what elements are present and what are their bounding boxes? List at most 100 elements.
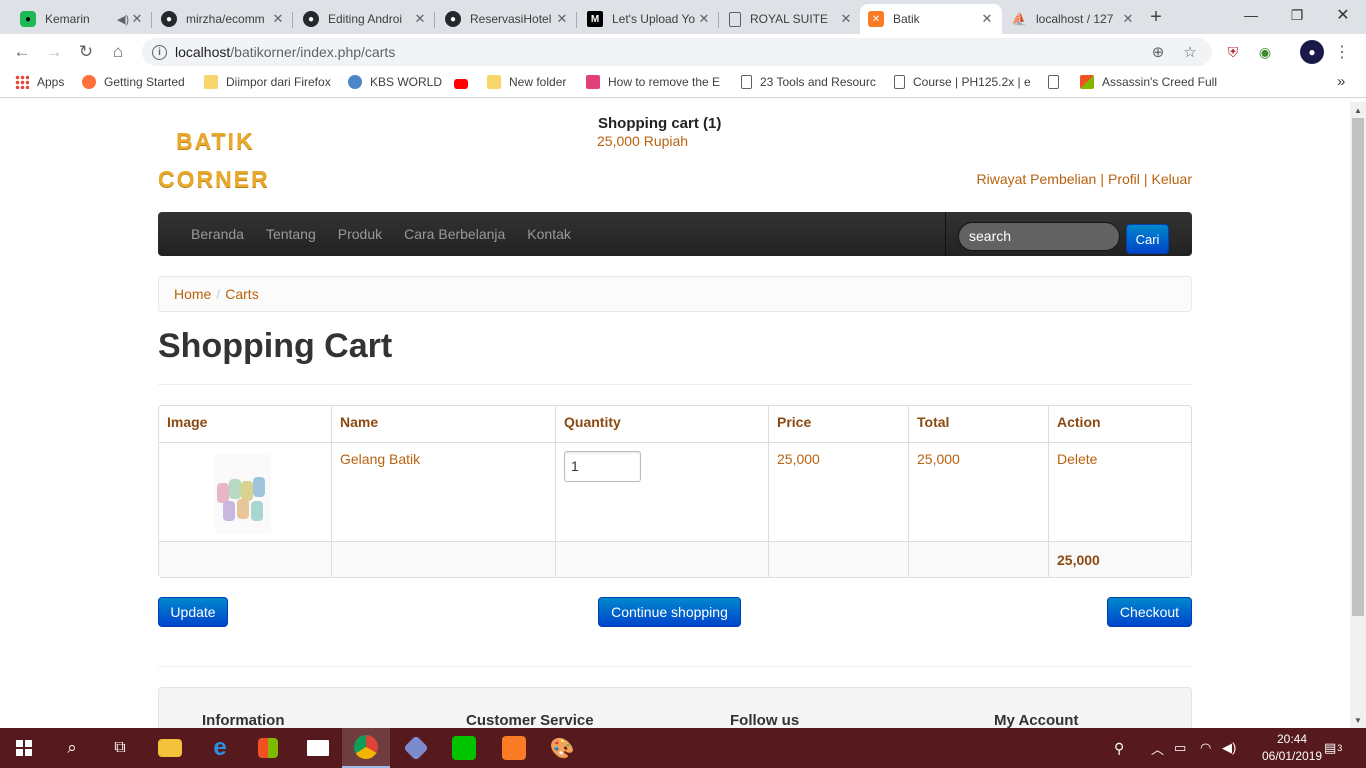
windows-taskbar: ⌕ ⧉ e 🎨 ⚲ ︿ ▭ ◠ ◀) 20:44 06/01/2019 ▤ 3	[0, 728, 1366, 768]
page-scrollbar[interactable]: ▲ ▼	[1350, 102, 1366, 728]
wifi-icon[interactable]: ◠	[1200, 728, 1211, 768]
bookmark-youtube[interactable]	[454, 79, 476, 89]
product-name[interactable]: Gelang Batik	[331, 442, 555, 541]
nav-kontak[interactable]: Kontak	[527, 226, 571, 242]
tab-royal-suite[interactable]: ROYAL SUITE ✕	[721, 4, 861, 34]
show-hidden-icons[interactable]: ︿	[1151, 728, 1164, 768]
scroll-up-icon[interactable]: ▲	[1350, 102, 1366, 118]
close-tab-icon[interactable]: ✕	[1121, 11, 1135, 27]
tab-github-ecomm[interactable]: ● mirzha/ecomm ✕	[153, 4, 293, 34]
site-footer: Information Customer Service Follow us M…	[158, 687, 1192, 728]
nav-tentang[interactable]: Tentang	[266, 226, 316, 242]
people-icon[interactable]: ⚲	[1114, 728, 1124, 768]
profile-avatar-icon[interactable]: ●	[1300, 40, 1324, 64]
search-input[interactable]: search	[958, 222, 1120, 251]
tab-kemarin[interactable]: ● Kemarin ◀) ✕	[12, 4, 152, 34]
breadcrumb-carts[interactable]: Carts	[225, 286, 258, 302]
kbs-icon	[348, 75, 362, 89]
back-icon[interactable]: ←	[10, 40, 34, 64]
nav-beranda[interactable]: Beranda	[191, 226, 244, 242]
system-clock[interactable]: 20:44 06/01/2019	[1262, 731, 1322, 765]
checkout-button[interactable]: Checkout	[1107, 597, 1192, 627]
chrome-icon[interactable]	[342, 728, 390, 768]
close-tab-icon[interactable]: ✕	[555, 11, 569, 27]
file-explorer-icon[interactable]	[146, 728, 194, 768]
page-icon	[741, 75, 752, 89]
line-icon[interactable]	[440, 728, 488, 768]
volume-icon[interactable]: ◀)	[1222, 728, 1236, 768]
profil-link[interactable]: Profil	[1108, 171, 1140, 187]
edge-icon[interactable]: e	[196, 728, 244, 768]
main-navbar: Beranda Tentang Produk Cara Berbelanja K…	[158, 212, 1192, 256]
delete-link[interactable]: Delete	[1048, 442, 1191, 541]
paint-icon[interactable]: 🎨	[538, 728, 586, 768]
battery-icon[interactable]: ▭	[1174, 728, 1186, 768]
search-icon[interactable]: ⌕	[48, 728, 96, 768]
close-tab-icon[interactable]: ✕	[413, 11, 427, 27]
search-button[interactable]: Cari	[1126, 224, 1169, 254]
bookmark-23-tools[interactable]: 23 Tools and Resourc	[741, 75, 876, 89]
column-header: Total	[908, 406, 1048, 442]
keluar-link[interactable]: Keluar	[1152, 171, 1192, 187]
bookmark-assassins-creed[interactable]: Assassin's Creed Full	[1080, 75, 1217, 89]
chrome-menu-icon[interactable]: ⋮	[1330, 40, 1354, 64]
site-info-icon[interactable]: i	[152, 44, 167, 60]
reload-icon[interactable]: ↻	[74, 40, 98, 64]
site-logo[interactable]: BATIK CORNER	[158, 122, 278, 198]
notification-center-icon[interactable]: ▤ 3	[1324, 728, 1342, 768]
speaker-icon[interactable]: ◀)	[116, 13, 130, 26]
store-icon[interactable]	[244, 728, 292, 768]
xampp-icon[interactable]	[490, 728, 538, 768]
continue-shopping-button[interactable]: Continue shopping	[598, 597, 741, 627]
close-window-icon[interactable]: ✕	[1320, 0, 1366, 30]
tab-batik[interactable]: ✕ Batik ✕	[860, 4, 1002, 34]
tab-medium[interactable]: M Let's Upload Yo ✕	[579, 4, 719, 34]
bookmark-kbs-world[interactable]: KBS WORLD	[348, 75, 442, 89]
table-footer-row: 25,000	[159, 541, 1191, 577]
cart-summary-title[interactable]: Shopping cart (1)	[598, 115, 721, 132]
globe-extension-icon[interactable]: ◉	[1253, 40, 1277, 64]
quantity-input[interactable]: 1	[564, 451, 641, 482]
tab-title: Kemarin	[45, 12, 90, 26]
bookmarks-overflow-icon[interactable]: »	[1337, 73, 1345, 90]
bookmark-getting-started[interactable]: Getting Started	[82, 75, 185, 89]
task-view-icon[interactable]: ⧉	[96, 728, 144, 768]
forward-icon[interactable]: →	[42, 40, 66, 64]
user-links: Riwayat Pembelian | Profil | Keluar	[976, 171, 1193, 187]
divider	[158, 666, 1192, 667]
scroll-down-icon[interactable]: ▼	[1350, 712, 1366, 728]
restore-icon[interactable]: ❐	[1274, 0, 1320, 30]
address-bar[interactable]: i localhost/batikorner/index.php/carts ⊕…	[142, 38, 1212, 66]
close-tab-icon[interactable]: ✕	[980, 11, 994, 27]
zoom-icon[interactable]: ⊕	[1146, 38, 1170, 66]
tab-github-editing[interactable]: ● Editing Androi ✕	[295, 4, 435, 34]
close-tab-icon[interactable]: ✕	[130, 11, 144, 27]
home-icon[interactable]: ⌂	[106, 40, 130, 64]
riwayat-pembelian-link[interactable]: Riwayat Pembelian	[977, 171, 1097, 187]
start-button[interactable]	[0, 728, 48, 768]
update-button[interactable]: Update	[158, 597, 228, 627]
tab-github-reservasi[interactable]: ● ReservasiHotel ✕	[437, 4, 577, 34]
tab-phpmyadmin[interactable]: ⛵ localhost / 127 ✕	[1003, 4, 1143, 34]
nav-produk[interactable]: Produk	[338, 226, 382, 242]
scrollbar-thumb[interactable]	[1352, 118, 1364, 616]
git-app-icon[interactable]	[392, 728, 440, 768]
bookmark-page[interactable]	[1048, 75, 1067, 89]
bookmark-apps[interactable]: Apps	[15, 75, 64, 89]
bookmark-diimpor[interactable]: Diimpor dari Firefox	[204, 75, 331, 89]
minimize-icon[interactable]: —	[1228, 0, 1274, 30]
bookmark-course[interactable]: Course | PH125.2x | e	[894, 75, 1031, 89]
mail-icon[interactable]	[294, 728, 342, 768]
new-tab-button[interactable]: +	[1141, 2, 1171, 32]
product-image[interactable]	[215, 455, 271, 533]
close-tab-icon[interactable]: ✕	[839, 11, 853, 27]
bookmark-new-folder[interactable]: New folder	[487, 75, 566, 89]
breadcrumb-home[interactable]: Home	[174, 286, 211, 302]
bookmark-star-icon[interactable]: ☆	[1178, 38, 1202, 66]
close-tab-icon[interactable]: ✕	[271, 11, 285, 27]
bookmark-how-to-remove[interactable]: How to remove the E	[586, 75, 720, 89]
nav-cara-berbelanja[interactable]: Cara Berbelanja	[404, 226, 505, 242]
close-tab-icon[interactable]: ✕	[697, 11, 711, 27]
shield-extension-icon[interactable]: ⛨	[1221, 40, 1245, 64]
search-area: search Cari	[945, 212, 1192, 256]
